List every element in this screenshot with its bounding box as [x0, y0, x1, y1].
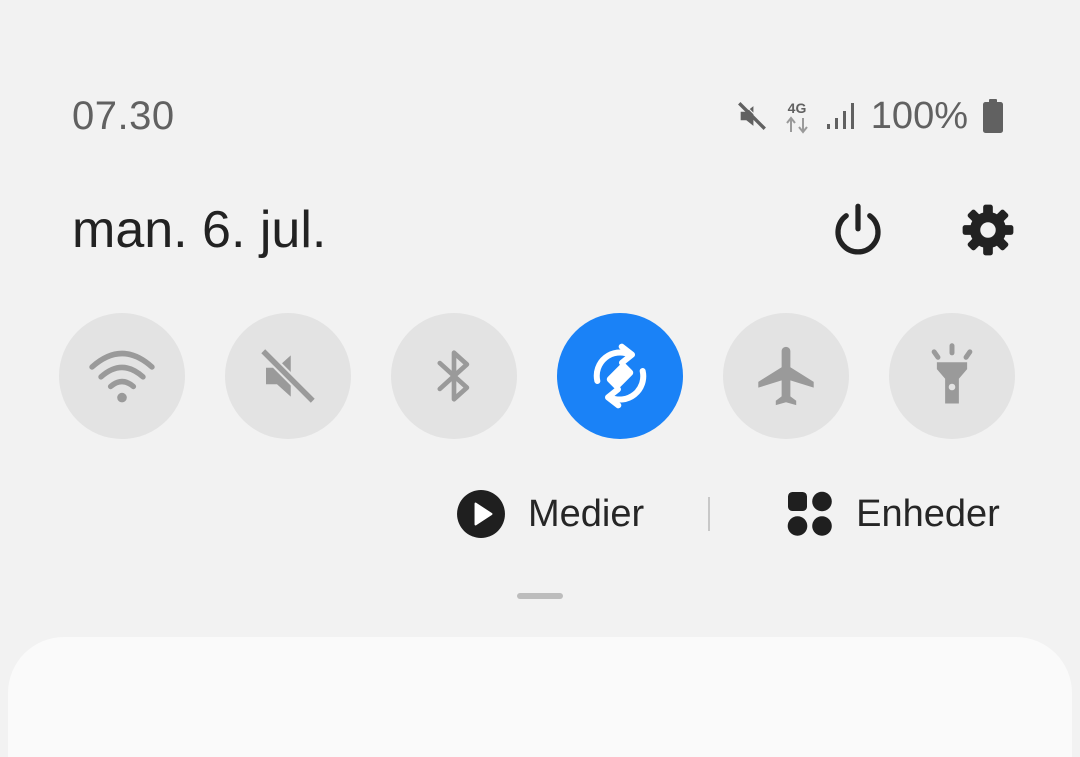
- signal-strength-icon: [825, 99, 857, 133]
- mute-icon: [259, 347, 317, 405]
- tile-airplane-mode[interactable]: [723, 313, 849, 439]
- auto-rotate-icon: [593, 343, 647, 409]
- bluetooth-icon: [437, 350, 470, 402]
- status-bar: 07.30 4G 100%: [72, 88, 1004, 144]
- media-devices-divider: [708, 497, 711, 531]
- power-icon: [835, 203, 881, 255]
- airplane-icon: [758, 346, 814, 406]
- network-4g-icon: 4G: [783, 98, 811, 134]
- media-devices-row: Medier Enheder: [456, 478, 1000, 550]
- media-label: Medier: [528, 492, 645, 535]
- devices-grid-icon: [787, 491, 832, 536]
- power-button[interactable]: [826, 198, 890, 262]
- tile-sound[interactable]: [225, 313, 351, 439]
- play-circle-icon: [457, 490, 505, 538]
- header-row: man. 6. jul.: [72, 190, 1020, 270]
- notification-panel: [8, 637, 1072, 757]
- battery-percentage: 100%: [870, 94, 968, 137]
- status-time: 07.30: [72, 93, 175, 138]
- panel-drag-handle[interactable]: [517, 593, 563, 599]
- tile-flashlight[interactable]: [889, 313, 1015, 439]
- devices-button[interactable]: Enheder: [786, 490, 1000, 538]
- tile-bluetooth[interactable]: [391, 313, 517, 439]
- mute-status-icon: [735, 99, 769, 133]
- flashlight-icon: [931, 343, 973, 404]
- wifi-icon: [89, 350, 155, 403]
- network-type-label: 4G: [787, 100, 806, 116]
- quick-settings-tiles: [59, 313, 1015, 439]
- devices-label: Enheder: [856, 492, 1000, 535]
- gear-icon: [962, 204, 1014, 256]
- media-button[interactable]: Medier: [456, 489, 644, 539]
- tile-auto-rotate[interactable]: [557, 313, 683, 439]
- status-icons: 4G 100%: [735, 95, 1004, 138]
- tile-wifi[interactable]: [59, 313, 185, 439]
- settings-button[interactable]: [956, 198, 1020, 262]
- date-label: man. 6. jul.: [72, 201, 327, 259]
- battery-icon: [982, 98, 1004, 134]
- header-actions: [826, 198, 1020, 262]
